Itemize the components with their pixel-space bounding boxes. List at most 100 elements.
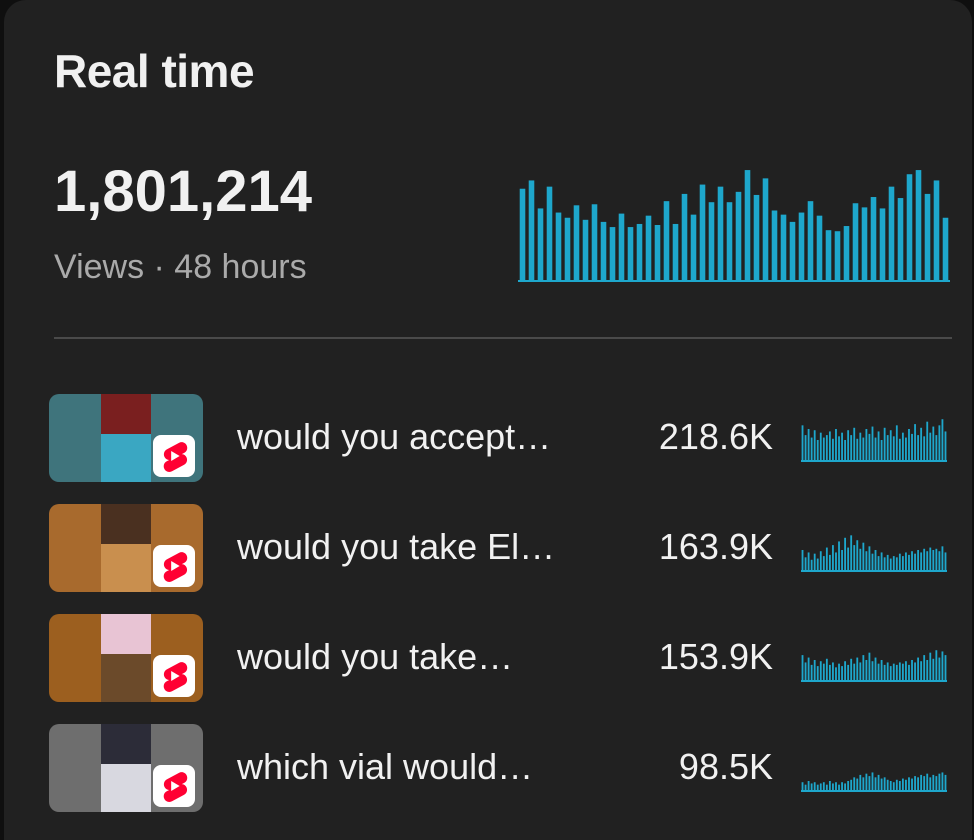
video-thumbnail[interactable] bbox=[49, 504, 203, 592]
video-title[interactable]: would you accept… bbox=[237, 416, 551, 458]
video-thumbnail[interactable] bbox=[49, 394, 203, 482]
chart-bar bbox=[850, 658, 853, 682]
thumbnail-image-top bbox=[101, 504, 151, 544]
chart-bar bbox=[816, 558, 819, 572]
chart-bar bbox=[828, 431, 831, 462]
chart-bar bbox=[914, 553, 916, 572]
chart-bar bbox=[844, 537, 847, 572]
chart-bar bbox=[813, 553, 816, 572]
chart-bar bbox=[838, 541, 840, 572]
chart-bar bbox=[926, 421, 929, 462]
chart-bar bbox=[771, 210, 778, 282]
chart-bar bbox=[810, 437, 813, 462]
thumbnail-image-top bbox=[101, 394, 151, 434]
chart-bar bbox=[895, 664, 898, 682]
chart-bar bbox=[868, 776, 871, 792]
chart-bar bbox=[807, 657, 810, 682]
chart-bar bbox=[816, 215, 823, 282]
chart-bar bbox=[819, 551, 822, 572]
chart-bar bbox=[825, 230, 832, 282]
chart-bar bbox=[892, 556, 895, 572]
video-row[interactable]: would you take… 153.9K bbox=[49, 614, 949, 702]
video-title[interactable]: would you take… bbox=[237, 636, 513, 678]
chart-bar bbox=[865, 660, 868, 682]
chart-bar bbox=[932, 774, 935, 792]
chart-bar bbox=[847, 430, 850, 462]
video-sparkline bbox=[801, 535, 947, 572]
video-row[interactable]: would you accept… 218.6K bbox=[49, 394, 949, 482]
chart-bar bbox=[932, 426, 935, 462]
chart-bar bbox=[906, 174, 913, 282]
chart-bar bbox=[941, 772, 944, 792]
chart-bar bbox=[911, 778, 913, 792]
thumbnail-frame bbox=[101, 394, 151, 482]
video-row[interactable]: which vial would… 98.5K bbox=[49, 724, 949, 812]
chart-bar bbox=[877, 556, 880, 572]
chart-bar bbox=[822, 556, 825, 572]
chart-bar bbox=[944, 655, 947, 682]
chart-bar bbox=[935, 776, 938, 792]
chart-bar bbox=[883, 427, 886, 462]
chart-bar bbox=[841, 432, 843, 462]
chart-bar bbox=[555, 212, 562, 282]
thumbnail-image-top bbox=[101, 724, 151, 764]
chart-bar bbox=[883, 777, 886, 792]
chart-bar bbox=[850, 435, 853, 462]
chart-bar bbox=[835, 429, 837, 462]
views-count: 1,801,214 bbox=[54, 159, 313, 224]
chart-bar bbox=[898, 662, 901, 682]
chart-baseline bbox=[801, 790, 947, 792]
chart-bar bbox=[944, 552, 947, 572]
chart-bar bbox=[911, 660, 913, 682]
video-sparkline bbox=[801, 419, 947, 462]
chart-bar bbox=[537, 208, 544, 282]
chart-bar bbox=[914, 776, 916, 792]
chart-bar bbox=[911, 433, 913, 462]
chart-bar bbox=[924, 193, 931, 282]
chart-bar bbox=[898, 553, 901, 572]
video-sparkline bbox=[801, 772, 947, 792]
video-row[interactable]: would you take El… 163.9K bbox=[49, 504, 949, 592]
chart-bar bbox=[810, 664, 813, 682]
chart-bar bbox=[886, 662, 889, 682]
chart-bar bbox=[859, 774, 862, 792]
chart-bar bbox=[847, 664, 850, 682]
chart-bar bbox=[844, 661, 847, 682]
chart-bar bbox=[868, 652, 871, 682]
chart-bar bbox=[929, 652, 932, 682]
chart-bar bbox=[681, 193, 688, 282]
chart-bar bbox=[915, 170, 922, 282]
chart-bar bbox=[901, 556, 904, 572]
chart-bar bbox=[877, 431, 880, 462]
chart-bar bbox=[819, 661, 822, 682]
chart-bar bbox=[895, 557, 898, 572]
chart-bar bbox=[905, 661, 907, 682]
chart-bar bbox=[901, 778, 904, 792]
chart-bar bbox=[735, 191, 742, 282]
chart-bar bbox=[835, 552, 837, 572]
video-thumbnail[interactable] bbox=[49, 724, 203, 812]
chart-bar bbox=[923, 548, 926, 572]
chart-bar bbox=[546, 186, 553, 282]
chart-bar bbox=[856, 438, 859, 462]
video-title[interactable]: which vial would… bbox=[237, 746, 533, 788]
chart-bar bbox=[699, 184, 706, 282]
chart-bar bbox=[886, 435, 889, 462]
chart-bar bbox=[853, 545, 856, 572]
video-thumbnail[interactable] bbox=[49, 614, 203, 702]
chart-bar bbox=[886, 554, 889, 572]
chart-bar bbox=[528, 180, 535, 282]
chart-bar bbox=[609, 227, 616, 282]
thumbnail-image-top bbox=[101, 614, 151, 654]
chart-bar bbox=[908, 554, 910, 572]
video-title[interactable]: would you take El… bbox=[237, 526, 555, 568]
chart-bar bbox=[938, 657, 941, 682]
chart-bar bbox=[825, 435, 828, 462]
chart-bar bbox=[941, 546, 944, 572]
chart-bar bbox=[801, 425, 804, 462]
chart-bar bbox=[917, 777, 920, 792]
chart-bar bbox=[865, 551, 868, 572]
chart-bar bbox=[832, 438, 834, 462]
chart-bar bbox=[841, 666, 843, 682]
video-views: 163.9K bbox=[658, 526, 773, 567]
